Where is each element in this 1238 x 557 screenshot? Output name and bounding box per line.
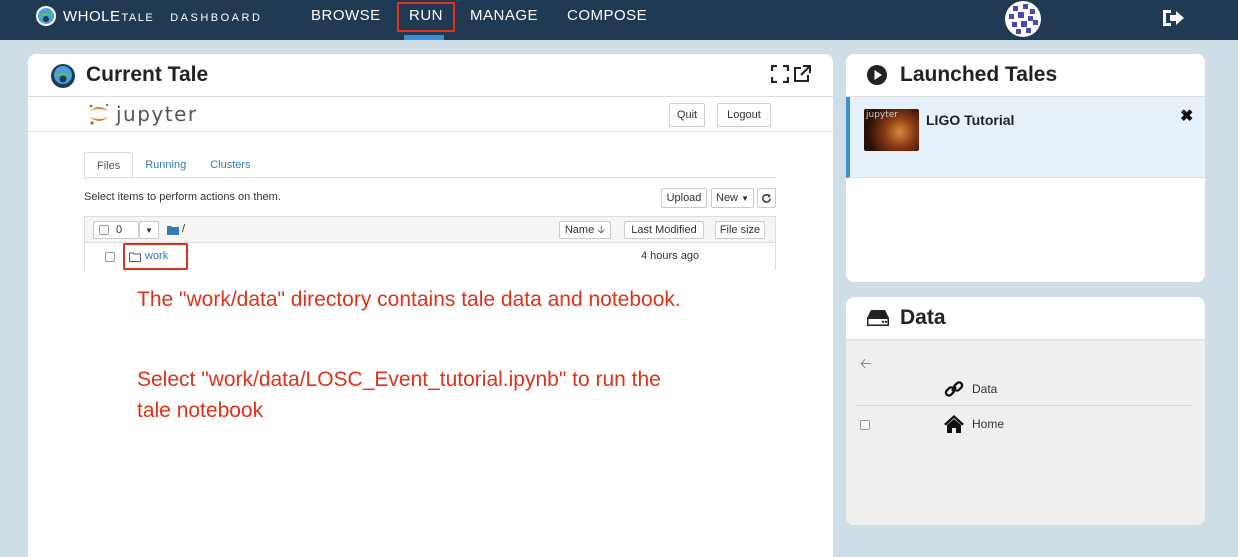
top-nav-bar: WHOLETALE DASHBOARD BROWSE RUN MANAGE CO… [0, 0, 1238, 40]
quit-button[interactable]: Quit [669, 103, 705, 127]
nav-browse[interactable]: BROWSE [311, 7, 381, 24]
nav-active-underline [404, 35, 444, 40]
hard-drive-icon [867, 310, 889, 326]
select-caret-button[interactable]: ▼ [139, 221, 159, 239]
select-all-dropdown[interactable]: 0 [93, 221, 139, 239]
new-dropdown-button[interactable]: New ▼ [711, 188, 754, 208]
refresh-button[interactable] [757, 188, 776, 208]
play-circle-icon [867, 65, 887, 85]
selected-count: 0 [116, 224, 123, 236]
brand-name: WHOLETALE [63, 7, 155, 25]
sort-size-button[interactable]: File size [715, 221, 765, 239]
row-modified: 4 hours ago [641, 250, 700, 262]
data-divider [856, 405, 1192, 406]
sort-modified-button[interactable]: Last Modified [624, 221, 704, 239]
fullscreen-icon[interactable] [771, 65, 789, 83]
select-all-checkbox[interactable] [99, 225, 109, 235]
launched-tale-item[interactable]: jupyter LIGO Tutorial ✖ [846, 97, 1205, 178]
tale-globe-icon [51, 64, 75, 88]
data-panel: Data 🡠 Data Home [846, 297, 1205, 525]
current-tale-title: Current Tale [86, 63, 209, 86]
row-checkbox[interactable] [105, 252, 115, 262]
home-icon [944, 415, 964, 433]
annotation-data-directory: The "work/data" directory contains tale … [137, 288, 681, 311]
breadcrumb-root[interactable]: / [182, 223, 185, 235]
nav-compose[interactable]: COMPOSE [567, 7, 647, 24]
jupyter-logo[interactable]: jupyter [88, 102, 198, 126]
tale-thumbnail: jupyter [864, 109, 919, 151]
file-row[interactable]: work 4 hours ago [85, 243, 775, 270]
user-avatar-icon[interactable] [1003, 0, 1043, 38]
jupyter-header: jupyter Quit Logout [28, 98, 833, 132]
refresh-icon [762, 193, 771, 203]
new-label: New [716, 192, 739, 204]
name-column-label: Name [564, 224, 595, 236]
logout-icon[interactable] [1160, 7, 1186, 29]
tabs-divider [84, 177, 776, 178]
annotation-select-notebook: Select "work/data/LOSC_Event_tutorial.ip… [137, 368, 661, 422]
data-item-data[interactable]: Data [846, 373, 1205, 403]
logout-button[interactable]: Logout [717, 103, 771, 127]
home-checkbox[interactable] [860, 420, 870, 430]
link-icon [944, 381, 964, 397]
dashboard-label: DASHBOARD [170, 12, 263, 24]
folder-outline-icon [129, 252, 141, 262]
external-link-icon[interactable] [793, 65, 811, 83]
thumb-jupyter-tag: jupyter [866, 110, 899, 120]
data-header: Data [846, 297, 1205, 340]
select-items-message: Select items to perform actions on them. [84, 191, 281, 203]
arrow-down-icon: 🡣 [597, 224, 606, 236]
sort-name-button[interactable]: Name 🡣 [559, 221, 611, 239]
jupyter-tabs: Files Running Clusters [84, 152, 263, 178]
folder-icon [167, 226, 179, 235]
home-item-label: Home [972, 417, 1005, 431]
jupyter-wordmark: jupyter [116, 102, 198, 126]
work-folder-link[interactable]: work [145, 250, 168, 262]
file-list-header: 0 ▼ / Name 🡣 Last Modified File size [85, 217, 775, 243]
launched-tale-name: LIGO Tutorial [926, 112, 1015, 128]
launched-tales-title: Launched Tales [900, 63, 1058, 86]
data-item-home[interactable]: Home [846, 410, 1205, 440]
caret-down-icon: ▼ [741, 194, 749, 203]
launched-tales-header: Launched Tales [846, 54, 1205, 97]
current-tale-header: Current Tale [28, 54, 833, 97]
file-list: 0 ▼ / Name 🡣 Last Modified File size wor… [84, 216, 776, 270]
caret-down-icon: ▼ [145, 226, 153, 235]
wholetale-logo[interactable]: WHOLETALE DASHBOARD [35, 5, 262, 27]
tab-files[interactable]: Files [84, 152, 134, 178]
data-title: Data [900, 306, 946, 329]
data-item-label: Data [972, 382, 998, 396]
globe-icon [36, 6, 56, 26]
jupyter-icon [89, 103, 109, 125]
launched-tales-panel: Launched Tales jupyter LIGO Tutorial ✖ [846, 54, 1205, 282]
data-body: 🡠 Data Home [846, 340, 1205, 525]
close-icon[interactable]: ✖ [1180, 106, 1193, 126]
tab-clusters[interactable]: Clusters [198, 152, 262, 178]
nav-run[interactable]: RUN [397, 2, 455, 32]
nav-manage[interactable]: MANAGE [470, 7, 538, 24]
current-tale-panel: Current Tale jupyter Quit Logout Files R… [28, 54, 833, 557]
tab-running[interactable]: Running [133, 152, 198, 178]
upload-button[interactable]: Upload [661, 188, 707, 208]
